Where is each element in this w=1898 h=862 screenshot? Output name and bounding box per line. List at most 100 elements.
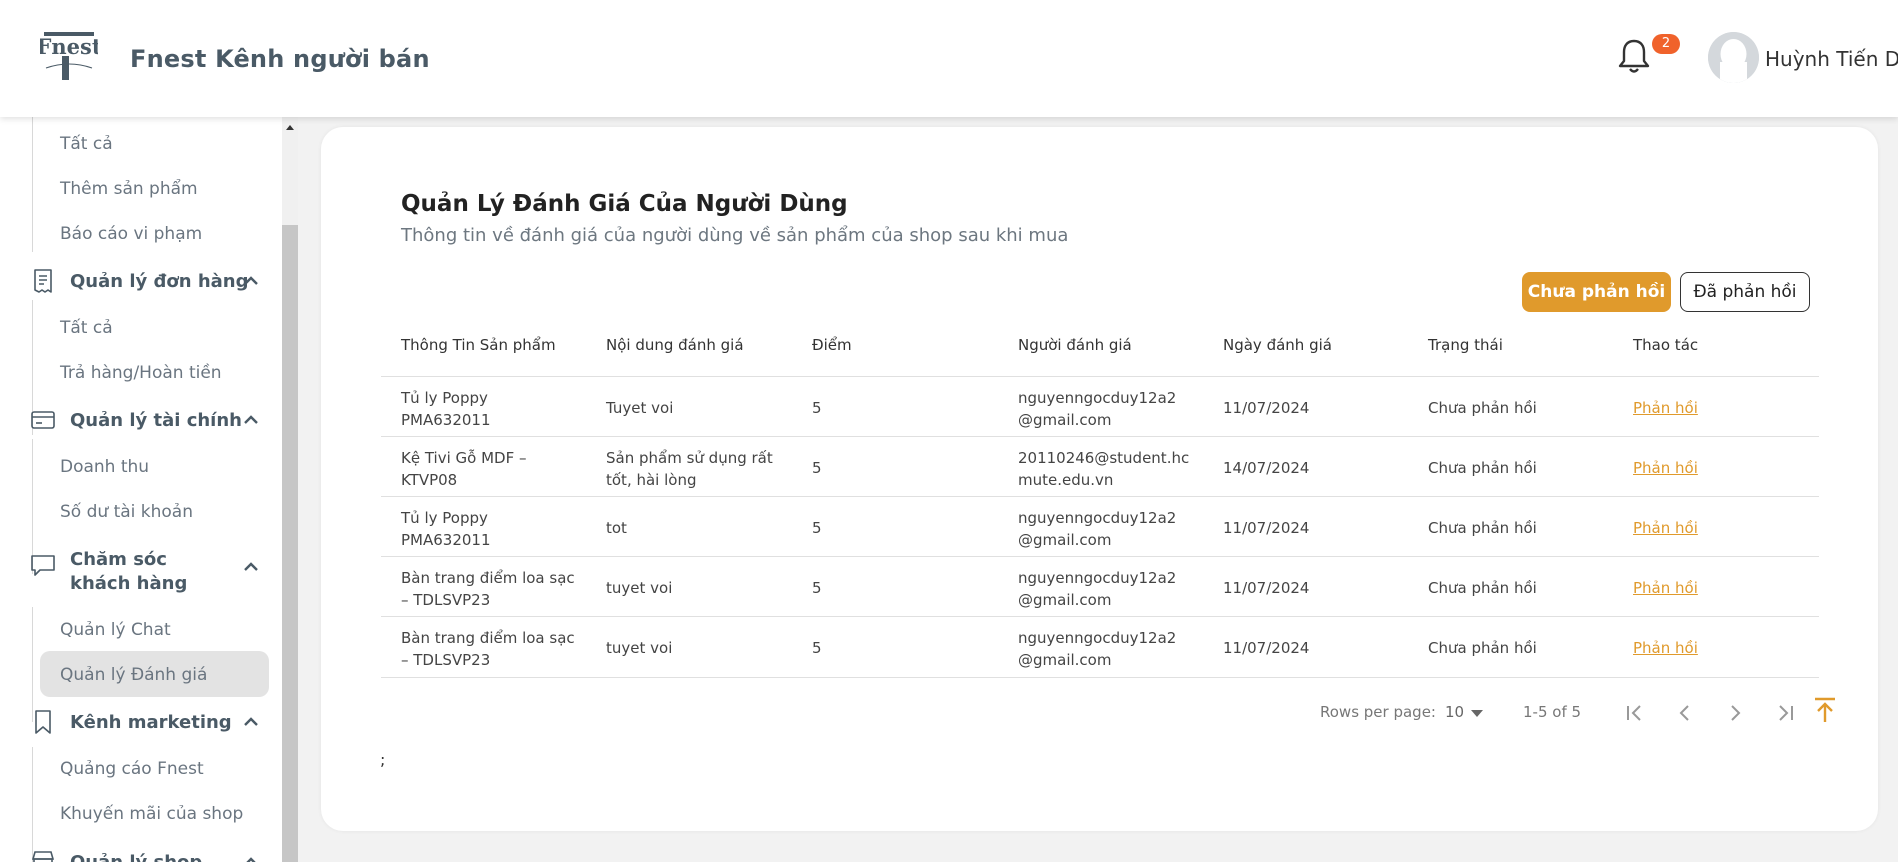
cell-reviewer: nguyenngocduy12a2 @gmail.com xyxy=(1018,389,1177,429)
cell-content: Tuyet voi xyxy=(606,399,674,417)
sidebar-item-all-products[interactable]: Tất cả xyxy=(60,134,113,154)
chevron-up-icon xyxy=(244,276,258,285)
cell-product: Tủ ly Poppy PMA632011 xyxy=(401,389,491,429)
reply-link[interactable]: Phản hồi xyxy=(1633,577,1698,599)
cell-score: 5 xyxy=(812,639,822,657)
credit-card-icon xyxy=(31,411,55,429)
table-divider xyxy=(381,556,1819,557)
cell-status: Chưa phản hồi xyxy=(1428,519,1537,537)
cell-reviewer: nguyenngocduy12a2 @gmail.com xyxy=(1018,569,1177,609)
table-divider xyxy=(381,436,1819,437)
sidebar-item-revenue[interactable]: Doanh thu xyxy=(60,457,149,477)
last-page-icon[interactable] xyxy=(1772,700,1798,726)
cell-reviewer: 20110246@student.hc mute.edu.vn xyxy=(1018,449,1190,489)
column-header-date: Ngày đánh giá xyxy=(1223,336,1332,354)
cell-date: 11/07/2024 xyxy=(1223,579,1310,597)
sidebar-group-marketing[interactable]: Kênh marketing xyxy=(30,703,260,743)
cell-product: Bàn trang điểm loa sạc – TDLSVP23 xyxy=(401,629,575,669)
cell-content: tuyet voi xyxy=(606,579,673,597)
sidebar-item-fnest-ads[interactable]: Quảng cáo Fnest xyxy=(60,759,204,779)
sidebar-item-violation-report[interactable]: Báo cáo vi phạm xyxy=(60,224,202,244)
fnest-logo[interactable]: Fnest xyxy=(36,30,102,84)
scroll-to-top-icon[interactable] xyxy=(1810,695,1840,725)
chevron-up-icon xyxy=(244,562,258,571)
rows-per-page-select[interactable]: 10 xyxy=(1445,703,1464,721)
scroll-up-arrow-icon[interactable] xyxy=(284,121,296,133)
sidebar-item-reviews[interactable]: Quản lý Đánh giá xyxy=(60,665,207,685)
shop-icon xyxy=(31,851,55,862)
cell-product: Bàn trang điểm loa sạc – TDLSVP23 xyxy=(401,569,575,609)
sidebar-group-label: Quản lý tài chính xyxy=(70,410,242,431)
table-divider xyxy=(381,616,1819,617)
reply-link[interactable]: Phản hồi xyxy=(1633,637,1698,659)
previous-page-icon[interactable] xyxy=(1672,700,1698,726)
column-header-status: Trạng thái xyxy=(1428,336,1503,354)
rows-per-page-label: Rows per page: xyxy=(1320,703,1436,721)
table-divider xyxy=(381,677,1819,678)
sidebar-guide-line xyxy=(32,117,33,252)
sidebar-group-orders[interactable]: Quản lý đơn hàng xyxy=(30,262,260,302)
sidebar-item-balance[interactable]: Số dư tài khoản xyxy=(60,502,193,522)
sidebar-item-all-orders[interactable]: Tất cả xyxy=(60,318,113,338)
sidebar-item-shop-promotions[interactable]: Khuyến mãi của shop xyxy=(60,804,243,824)
column-header-action: Thao tác xyxy=(1633,336,1699,354)
top-header: Fnest Fnest Kênh người bán 2 Huỳnh Tiến … xyxy=(0,0,1898,117)
cell-product: Tủ ly Poppy PMA632011 xyxy=(401,509,491,549)
cell-reviewer: nguyenngocduy12a2 @gmail.com xyxy=(1018,629,1177,669)
sidebar-group-label: Quản lý đơn hàng xyxy=(70,271,249,292)
receipt-icon xyxy=(34,269,52,293)
cell-product: Kệ Tivi Gỗ MDF – KTVP08 xyxy=(401,449,527,489)
cell-date: 14/07/2024 xyxy=(1223,459,1310,477)
cell-score: 5 xyxy=(812,519,822,537)
page-title: Quản Lý Đánh Giá Của Người Dùng xyxy=(401,191,848,217)
table-divider xyxy=(381,376,1819,377)
user-name[interactable]: Huỳnh Tiến Dĩ xyxy=(1765,47,1898,71)
filter-replied-button[interactable]: Đã phản hồi xyxy=(1680,272,1810,312)
reply-link[interactable]: Phản hồi xyxy=(1633,457,1698,479)
sidebar-group-label: Quản lý shop xyxy=(70,851,202,862)
notification-badge: 2 xyxy=(1652,34,1680,54)
column-header-reviewer: Người đánh giá xyxy=(1018,336,1132,354)
sidebar-group-finance[interactable]: Quản lý tài chính xyxy=(30,401,260,441)
page-subtitle: Thông tin về đánh giá của người dùng về … xyxy=(401,225,1069,246)
table-divider xyxy=(381,496,1819,497)
cell-status: Chưa phản hồi xyxy=(1428,579,1537,597)
chat-bubble-icon xyxy=(31,555,55,576)
cell-reviewer: nguyenngocduy12a2 @gmail.com xyxy=(1018,509,1177,549)
sidebar-group-label: Kênh marketing xyxy=(70,712,232,733)
sidebar: Tất cả Thêm sản phẩm Báo cáo vi phạm Quả… xyxy=(0,117,282,862)
chevron-up-icon xyxy=(244,415,258,424)
sidebar-item-add-product[interactable]: Thêm sản phẩm xyxy=(60,179,198,199)
cell-score: 5 xyxy=(812,459,822,477)
sidebar-group-label: Chăm sóc khách hàng xyxy=(70,549,188,594)
chevron-down-icon[interactable] xyxy=(1471,710,1483,717)
cell-content: tuyet voi xyxy=(606,639,673,657)
column-header-content: Nội dung đánh giá xyxy=(606,336,744,354)
sidebar-group-shop[interactable]: Quản lý shop xyxy=(30,843,260,862)
chevron-up-icon xyxy=(244,717,258,726)
svg-text:Fnest: Fnest xyxy=(40,34,98,59)
user-avatar[interactable] xyxy=(1708,32,1759,83)
sidebar-item-chat[interactable]: Quản lý Chat xyxy=(60,620,171,640)
sidebar-scrollbar-thumb[interactable] xyxy=(282,225,298,862)
bookmark-icon xyxy=(35,710,51,734)
cell-score: 5 xyxy=(812,399,822,417)
cell-content: Sản phẩm sử dụng rất tốt, hài lòng xyxy=(606,449,773,489)
first-page-icon[interactable] xyxy=(1622,700,1648,726)
cell-status: Chưa phản hồi xyxy=(1428,639,1537,657)
cell-score: 5 xyxy=(812,579,822,597)
cell-status: Chưa phản hồi xyxy=(1428,459,1537,477)
chevron-up-icon xyxy=(246,857,256,862)
brand-title: Fnest Kênh người bán xyxy=(130,45,430,73)
cell-date: 11/07/2024 xyxy=(1223,399,1310,417)
column-header-score: Điểm xyxy=(812,336,852,354)
filter-pending-button[interactable]: Chưa phản hồi xyxy=(1522,272,1671,312)
column-header-product: Thông Tin Sản phẩm xyxy=(401,336,556,354)
cell-content: tot xyxy=(606,519,627,537)
sidebar-item-returns[interactable]: Trả hàng/Hoàn tiền xyxy=(60,363,222,383)
sidebar-group-customer-care[interactable]: Chăm sóc khách hàng xyxy=(30,540,260,594)
next-page-icon[interactable] xyxy=(1722,700,1748,726)
notification-bell-icon[interactable] xyxy=(1617,37,1651,75)
reply-link[interactable]: Phản hồi xyxy=(1633,397,1698,419)
reply-link[interactable]: Phản hồi xyxy=(1633,517,1698,539)
